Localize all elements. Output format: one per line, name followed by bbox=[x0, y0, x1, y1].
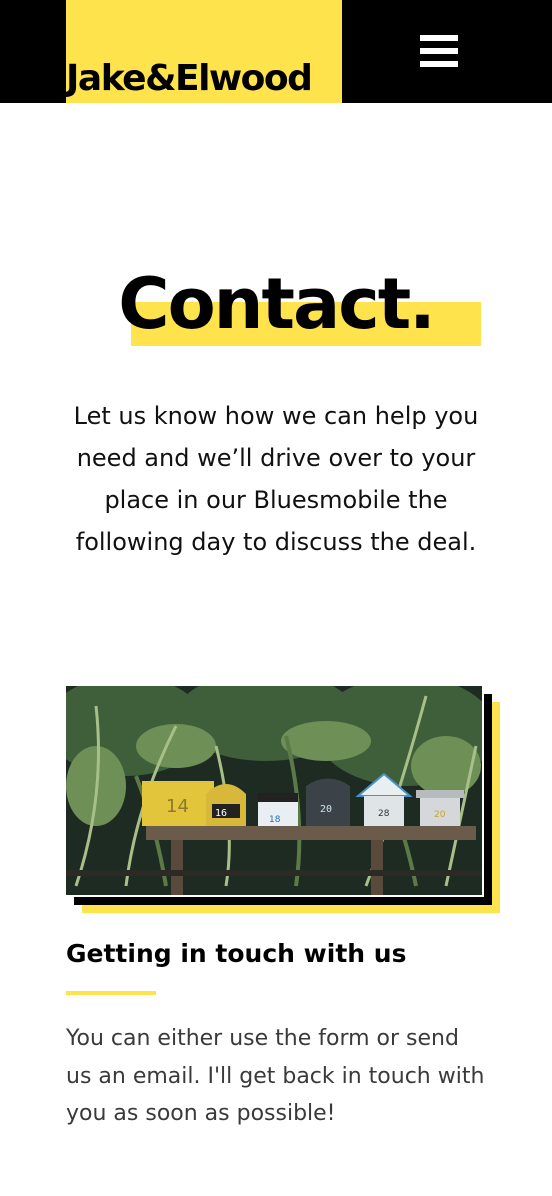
logo-text: Jake&Elwood bbox=[66, 58, 313, 99]
page-title: Contact. bbox=[118, 263, 436, 345]
hamburger-menu-icon[interactable] bbox=[414, 30, 462, 72]
menu-bar bbox=[420, 35, 458, 41]
mailboxes-image: 14 16 18 20 28 20 bbox=[66, 686, 484, 897]
section-heading: Getting in touch with us bbox=[66, 939, 407, 968]
svg-text:20: 20 bbox=[434, 810, 446, 820]
menu-bar bbox=[420, 48, 458, 54]
svg-text:14: 14 bbox=[166, 796, 189, 817]
heading-underline bbox=[66, 991, 156, 995]
section-description: You can either use the form or send us a… bbox=[66, 1026, 485, 1126]
svg-text:16: 16 bbox=[215, 808, 227, 819]
svg-text:20: 20 bbox=[320, 804, 332, 815]
svg-text:28: 28 bbox=[378, 809, 390, 819]
hero-title-block: Contact. bbox=[0, 262, 552, 352]
mailboxes-image-frame: 14 16 18 20 28 20 bbox=[66, 686, 500, 914]
menu-bar bbox=[420, 61, 458, 67]
site-header: Jake&Elwood bbox=[0, 0, 552, 103]
logo[interactable]: Jake&Elwood bbox=[66, 0, 342, 103]
hero-description: Let us know how we can help you need and… bbox=[73, 402, 479, 556]
svg-text:18: 18 bbox=[269, 815, 281, 825]
